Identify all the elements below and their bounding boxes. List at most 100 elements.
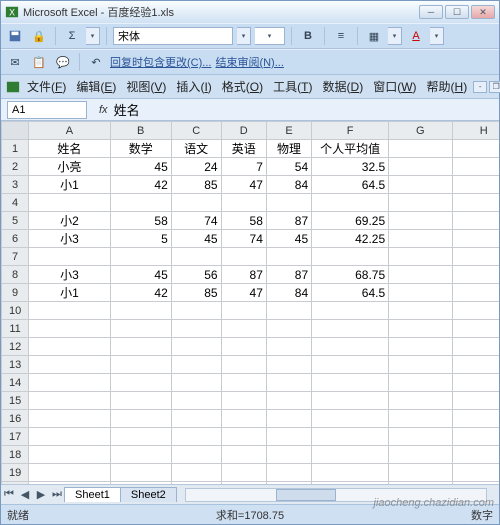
font-dropdown[interactable]: ▾: [237, 27, 251, 45]
review-icon[interactable]: 📋: [29, 52, 49, 72]
cell[interactable]: [389, 374, 452, 392]
cell[interactable]: [110, 194, 171, 212]
cell[interactable]: [312, 356, 389, 374]
cell[interactable]: [266, 338, 311, 356]
cell[interactable]: 84: [266, 176, 311, 194]
cell[interactable]: [389, 320, 452, 338]
minimize-button[interactable]: ─: [419, 5, 443, 19]
cell[interactable]: [452, 176, 499, 194]
cell[interactable]: 42: [110, 176, 171, 194]
cell[interactable]: [29, 248, 111, 266]
cell[interactable]: [171, 428, 221, 446]
row-header[interactable]: 18: [2, 446, 29, 464]
column-header-G[interactable]: G: [389, 122, 452, 140]
cell[interactable]: 68.75: [312, 266, 389, 284]
cell[interactable]: [110, 446, 171, 464]
cell[interactable]: [171, 302, 221, 320]
cell[interactable]: [221, 374, 266, 392]
menu-edit[interactable]: 编辑(E): [72, 76, 120, 97]
cell[interactable]: 小1: [29, 284, 111, 302]
cell[interactable]: [171, 374, 221, 392]
row-header[interactable]: 16: [2, 410, 29, 428]
cell[interactable]: 7: [221, 158, 266, 176]
doc-restore-button[interactable]: ❐: [489, 81, 500, 93]
cell[interactable]: [171, 464, 221, 482]
cell[interactable]: 87: [221, 266, 266, 284]
cell[interactable]: [110, 428, 171, 446]
cell[interactable]: [452, 248, 499, 266]
cell[interactable]: [171, 248, 221, 266]
cell[interactable]: [29, 338, 111, 356]
cell[interactable]: [266, 302, 311, 320]
align-center-icon[interactable]: ≡: [331, 26, 351, 46]
cell[interactable]: 个人平均值: [312, 140, 389, 158]
cell[interactable]: [110, 356, 171, 374]
cell[interactable]: [110, 374, 171, 392]
cell[interactable]: [452, 374, 499, 392]
row-header[interactable]: 12: [2, 338, 29, 356]
cell[interactable]: [29, 410, 111, 428]
cell[interactable]: 小2: [29, 212, 111, 230]
cell[interactable]: [266, 392, 311, 410]
cell[interactable]: [221, 446, 266, 464]
cell[interactable]: 64.5: [312, 284, 389, 302]
cell[interactable]: [389, 266, 452, 284]
cell[interactable]: [452, 410, 499, 428]
cell[interactable]: [452, 158, 499, 176]
cell[interactable]: [389, 428, 452, 446]
cell[interactable]: [312, 338, 389, 356]
cell[interactable]: [389, 284, 452, 302]
cell[interactable]: 54: [266, 158, 311, 176]
cell[interactable]: 87: [266, 212, 311, 230]
cell[interactable]: [110, 320, 171, 338]
close-button[interactable]: ✕: [471, 5, 495, 19]
font-color-icon[interactable]: A: [406, 26, 426, 46]
cell[interactable]: [389, 212, 452, 230]
cell[interactable]: 姓名: [29, 140, 111, 158]
permission-icon[interactable]: 🔒: [29, 26, 49, 46]
cell[interactable]: [110, 248, 171, 266]
cell[interactable]: [29, 446, 111, 464]
column-header-E[interactable]: E: [266, 122, 311, 140]
cell[interactable]: [389, 410, 452, 428]
scrollbar-thumb[interactable]: [276, 489, 336, 501]
row-header[interactable]: 14: [2, 374, 29, 392]
row-header[interactable]: 8: [2, 266, 29, 284]
cell[interactable]: [452, 266, 499, 284]
cell[interactable]: [312, 464, 389, 482]
cell[interactable]: 74: [171, 212, 221, 230]
cell[interactable]: 小亮: [29, 158, 111, 176]
name-box[interactable]: [7, 101, 87, 119]
cell[interactable]: 英语: [221, 140, 266, 158]
row-header[interactable]: 2: [2, 158, 29, 176]
menu-view[interactable]: 视图(V): [122, 76, 170, 97]
cell[interactable]: 32.5: [312, 158, 389, 176]
cell[interactable]: 45: [266, 230, 311, 248]
row-header[interactable]: 10: [2, 302, 29, 320]
bold-icon[interactable]: B: [298, 26, 318, 46]
cell[interactable]: 47: [221, 176, 266, 194]
cell[interactable]: [452, 428, 499, 446]
sum-icon[interactable]: Σ: [62, 26, 82, 46]
cell[interactable]: [452, 212, 499, 230]
column-header-H[interactable]: H: [452, 122, 499, 140]
column-header-B[interactable]: B: [110, 122, 171, 140]
cell[interactable]: [389, 302, 452, 320]
cell[interactable]: 24: [171, 158, 221, 176]
cell[interactable]: 56: [171, 266, 221, 284]
cell[interactable]: 小3: [29, 230, 111, 248]
row-header[interactable]: 19: [2, 464, 29, 482]
column-header-A[interactable]: A: [29, 122, 111, 140]
cell[interactable]: 64.5: [312, 176, 389, 194]
mail-icon[interactable]: ✉: [5, 52, 25, 72]
row-header[interactable]: 3: [2, 176, 29, 194]
row-header[interactable]: 17: [2, 428, 29, 446]
tab-nav-prev[interactable]: ◀: [17, 487, 33, 503]
cell[interactable]: [266, 320, 311, 338]
cell[interactable]: 69.25: [312, 212, 389, 230]
cell[interactable]: 45: [171, 230, 221, 248]
horizontal-scrollbar[interactable]: [185, 488, 487, 502]
cell[interactable]: [171, 356, 221, 374]
app-icon[interactable]: [5, 77, 21, 97]
font-name-box[interactable]: 宋体: [113, 27, 233, 45]
